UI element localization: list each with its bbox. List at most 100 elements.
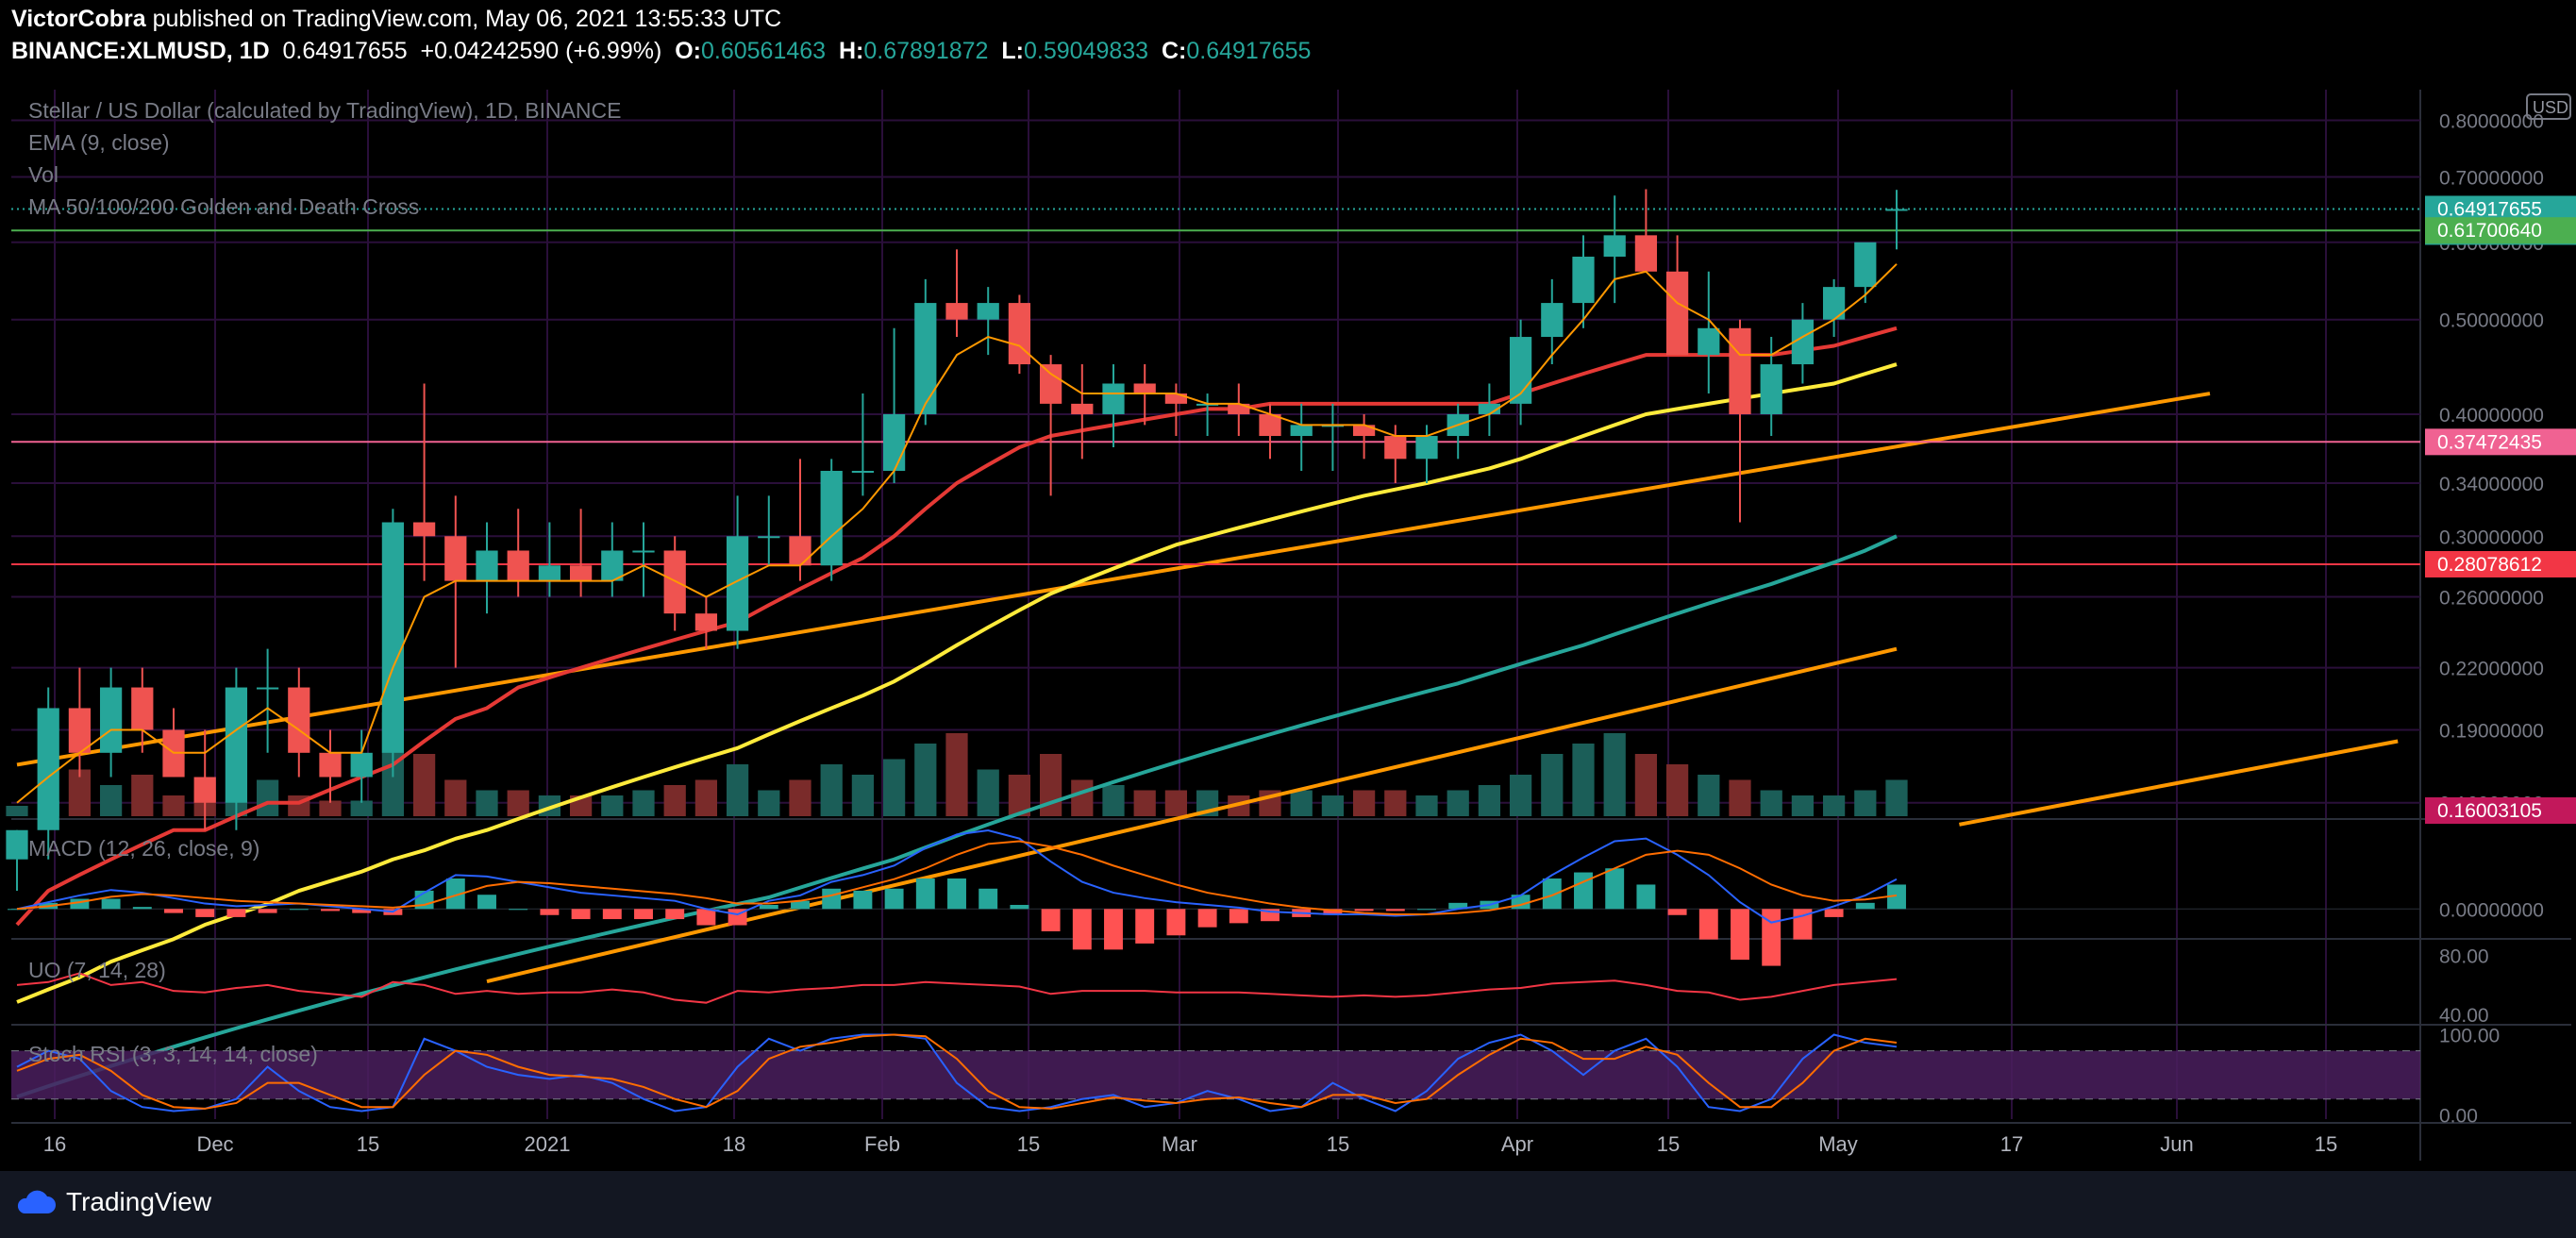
candle-body: [1352, 425, 1376, 437]
candle-body: [1885, 209, 1908, 211]
volume-bar: [945, 733, 968, 816]
candle-body: [1102, 383, 1125, 414]
volume-bar: [1885, 779, 1908, 816]
x-axis-label: 15: [2315, 1132, 2337, 1156]
volume-bar: [1791, 795, 1815, 816]
x-axis-label: 15: [1657, 1132, 1680, 1156]
macd-histogram-bar: [1135, 909, 1155, 944]
volume-bar: [663, 785, 686, 816]
macd-histogram-bar: [602, 909, 622, 920]
volume-bar: [758, 790, 780, 816]
legend-uo[interactable]: UO (7, 14, 28): [28, 958, 166, 983]
volume-bar: [1760, 790, 1782, 816]
legend-ma[interactable]: MA 50/100/200 Golden and Death Cross: [28, 194, 419, 220]
candle-body: [1665, 271, 1689, 356]
volume-bar: [256, 779, 279, 816]
price-tick-label: 0.30000000: [2439, 527, 2544, 548]
macd-histogram-bar: [853, 890, 873, 910]
stoch-band: [11, 1050, 2420, 1099]
legend-vol[interactable]: Vol: [28, 162, 59, 188]
macd-histogram-bar: [822, 888, 842, 910]
volume-bar: [1133, 790, 1156, 816]
candle-body: [256, 687, 279, 690]
candle-body: [1729, 327, 1751, 414]
candle-body: [789, 536, 811, 566]
volume-bar: [1822, 795, 1846, 816]
x-axis-label: Dec: [196, 1132, 233, 1156]
volume-bar: [1478, 785, 1501, 816]
tradingview-brand: TradingView: [66, 1187, 212, 1216]
x-axis-label: 17: [2000, 1132, 2023, 1156]
volume-bar: [1698, 775, 1720, 816]
macd-histogram-bar: [1229, 909, 1248, 924]
volume-bar: [1541, 754, 1564, 816]
volume-bar: [476, 790, 498, 816]
volume-bar: [6, 806, 28, 816]
volume-bar: [1321, 795, 1345, 816]
candle-body: [758, 536, 780, 539]
macd-histogram-bar: [947, 878, 966, 910]
candle-body: [1071, 403, 1094, 414]
chart-canvas[interactable]: 0.800000000.700000000.600000000.50000000…: [0, 0, 2576, 1171]
candle-body: [977, 303, 999, 320]
x-axis-label: Apr: [1501, 1132, 1533, 1156]
macd-histogram-bar: [1542, 878, 1562, 910]
volume-bar: [851, 775, 875, 816]
candle-body: [1760, 364, 1782, 414]
uo-tick-label: 40.00: [2439, 1005, 2489, 1027]
candle-body: [663, 550, 686, 614]
macd-histogram-bar: [979, 888, 998, 910]
macd-histogram-bar: [226, 909, 246, 917]
macd-histogram-bar: [1574, 872, 1593, 910]
macd-histogram-bar: [1417, 909, 1436, 911]
candle-body: [225, 687, 248, 803]
volume-bar: [1352, 790, 1376, 816]
legend-stoch[interactable]: Stoch RSI (3, 3, 14, 14, close): [28, 1042, 318, 1067]
macd-histogram-bar: [540, 909, 560, 915]
volume-bar: [1509, 775, 1532, 816]
macd-histogram-bar: [1041, 909, 1061, 931]
macd-histogram-bar: [1104, 909, 1123, 950]
volume-bar: [1572, 744, 1595, 816]
volume-bar: [319, 800, 342, 816]
volume-bar: [914, 744, 937, 816]
macd-histogram-bar: [915, 878, 935, 910]
macd-histogram-bar: [884, 888, 904, 910]
candle-body: [131, 687, 154, 730]
price-tick-label: 0.50000000: [2439, 310, 2544, 332]
legend-macd[interactable]: MACD (12, 26, close, 9): [28, 836, 259, 862]
volume-bar: [632, 790, 655, 816]
volume-bar: [789, 779, 811, 816]
candle-body: [1415, 436, 1438, 460]
volume-bar: [1164, 790, 1188, 816]
macd-histogram-bar: [321, 909, 340, 912]
candle-body: [476, 550, 498, 581]
candle-body: [1039, 364, 1062, 404]
macd-histogram-bar: [1010, 904, 1029, 910]
stoch-tick-label: 0.00: [2439, 1106, 2478, 1128]
tradingview-logo[interactable]: TradingView: [15, 1187, 211, 1217]
candle-body: [1541, 303, 1564, 338]
legend-title: Stellar / US Dollar (calculated by Tradi…: [28, 98, 622, 123]
volume-bar: [350, 800, 373, 816]
volume-bar: [1415, 795, 1438, 816]
legend-ema[interactable]: EMA (9, close): [28, 130, 170, 156]
candle-body: [538, 565, 561, 581]
candle-body: [1634, 235, 1658, 272]
macd-histogram-bar: [1354, 909, 1374, 912]
price-tick-label: 0.22000000: [2439, 659, 2544, 680]
macd-histogram-bar: [571, 909, 591, 920]
price-axis-label: 0.16003105: [2437, 800, 2542, 822]
candle-body: [1133, 383, 1156, 394]
currency-badge: USD: [2533, 98, 2568, 117]
price-tick-label: 0.40000000: [2439, 405, 2544, 427]
uo-tick-label: 80.00: [2439, 946, 2489, 968]
volume-bar: [882, 759, 906, 816]
volume-bar: [99, 785, 123, 816]
x-axis-label: 16: [43, 1132, 66, 1156]
candle-body: [319, 752, 342, 778]
macd-histogram-bar: [1072, 909, 1092, 950]
candle-body: [1698, 327, 1720, 356]
macd-histogram-bar: [164, 909, 183, 913]
candle-body: [193, 777, 216, 803]
